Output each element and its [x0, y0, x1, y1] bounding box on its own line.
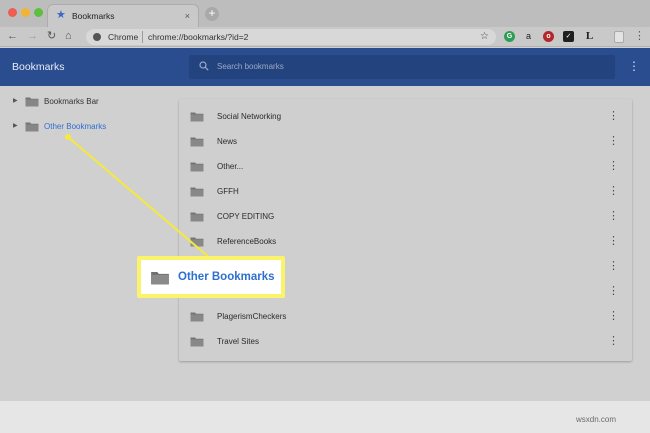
more-options-icon[interactable]: ⋮: [608, 110, 619, 122]
more-options-icon[interactable]: ⋮: [608, 310, 619, 322]
more-options-icon[interactable]: ⋮: [608, 260, 619, 272]
more-options-icon[interactable]: ⋮: [608, 135, 619, 147]
list-item[interactable]: News ⋮: [179, 129, 632, 154]
sidebar-item-other-bookmarks[interactable]: ▶ Other Bookmarks: [0, 118, 170, 136]
red-extension-icon[interactable]: o: [543, 31, 554, 42]
maximize-window-button[interactable]: [34, 8, 43, 17]
bottom-strip: [0, 401, 650, 433]
browser-menu-icon[interactable]: ⋮: [634, 30, 645, 43]
more-options-icon[interactable]: ⋮: [608, 235, 619, 247]
folder-icon: [25, 122, 39, 132]
search-input[interactable]: Search bookmarks: [189, 55, 615, 79]
reload-icon[interactable]: ↻: [47, 30, 56, 43]
list-item[interactable]: PlagerismCheckers ⋮: [179, 304, 632, 329]
list-item[interactable]: Social Networking ⋮: [179, 104, 632, 129]
folder-icon: [190, 137, 204, 147]
list-item-label: Other...: [217, 162, 244, 171]
bookmarks-header: Bookmarks Search bookmarks ⋮: [0, 48, 650, 86]
list-item-label: GFFH: [217, 187, 239, 196]
forward-icon[interactable]: →: [27, 30, 38, 43]
list-item[interactable]: Travel Sites ⋮: [179, 329, 632, 354]
sidebar-item-label: Bookmarks Bar: [44, 97, 99, 106]
profile-icon[interactable]: [614, 31, 624, 43]
a-extension-icon[interactable]: a: [523, 31, 534, 42]
list-item-label: PlagerismCheckers: [217, 312, 287, 321]
search-icon: [199, 61, 209, 71]
browser-toolbar: ← → ↻ ⌂ Chrome chrome://bookmarks/?id=2 …: [0, 27, 650, 47]
tab-bookmarks[interactable]: ★ Bookmarks ×: [47, 4, 199, 27]
address-bar[interactable]: Chrome chrome://bookmarks/?id=2 ☆: [86, 29, 496, 45]
sidebar-item-label: Other Bookmarks: [44, 122, 107, 131]
bookmark-list: Social Networking ⋮ News ⋮ Other... ⋮ GF…: [179, 99, 632, 361]
callout-label: Other Bookmarks: [178, 271, 275, 283]
list-item-label: Travel Sites: [217, 337, 259, 346]
back-icon[interactable]: ←: [7, 30, 18, 43]
folder-icon: [190, 187, 204, 197]
chrome-label: Chrome: [108, 32, 139, 42]
expand-arrow-icon[interactable]: ▶: [13, 122, 18, 131]
close-icon[interactable]: ×: [185, 10, 190, 22]
divider: [142, 31, 143, 43]
more-options-icon[interactable]: ⋮: [608, 210, 619, 222]
more-options-icon[interactable]: ⋮: [608, 185, 619, 197]
home-icon[interactable]: ⌂: [65, 30, 72, 43]
callout-box: Other Bookmarks: [141, 260, 281, 294]
folder-icon: [190, 312, 204, 322]
page-title: Bookmarks: [12, 61, 65, 73]
star-icon: ★: [56, 9, 66, 21]
search-placeholder: Search bookmarks: [217, 62, 284, 71]
list-item-label: News: [217, 137, 238, 146]
more-options-icon[interactable]: ⋮: [628, 59, 640, 73]
sidebar-item-bookmarks-bar[interactable]: ▶ Bookmarks Bar: [0, 93, 170, 111]
browser-window: ★ Bookmarks × + ← → ↻ ⌂ Chrome chrome://…: [0, 0, 650, 433]
site-info-icon[interactable]: [93, 33, 101, 41]
tab-strip: ★ Bookmarks × +: [0, 0, 650, 27]
list-item[interactable]: Other... ⋮: [179, 154, 632, 179]
expand-arrow-icon[interactable]: ▶: [13, 97, 18, 106]
folder-icon: [190, 237, 204, 247]
check-extension-icon[interactable]: ✓: [563, 31, 574, 42]
url-text[interactable]: chrome://bookmarks/?id=2: [148, 31, 248, 43]
bookmark-star-icon[interactable]: ☆: [480, 31, 489, 43]
callout-highlight: Other Bookmarks: [137, 256, 285, 298]
more-options-icon[interactable]: ⋮: [608, 285, 619, 297]
folder-icon: [151, 272, 169, 285]
grammarly-extension-icon[interactable]: G: [504, 31, 515, 42]
minimize-window-button[interactable]: [21, 8, 30, 17]
l-extension-icon[interactable]: L: [584, 31, 595, 42]
list-item[interactable]: ReferenceBooks ⋮: [179, 229, 632, 254]
folder-icon: [190, 112, 204, 122]
list-item[interactable]: COPY EDITING ⋮: [179, 204, 632, 229]
list-item[interactable]: GFFH ⋮: [179, 179, 632, 204]
more-options-icon[interactable]: ⋮: [608, 160, 619, 172]
folder-icon: [190, 162, 204, 172]
new-tab-button[interactable]: +: [205, 7, 219, 21]
folder-icon: [190, 212, 204, 222]
list-item-label: COPY EDITING: [217, 212, 275, 221]
list-item-label: Social Networking: [217, 112, 282, 121]
folder-icon: [25, 97, 39, 107]
more-options-icon[interactable]: ⋮: [608, 335, 619, 347]
tab-title: Bookmarks: [72, 11, 115, 21]
close-window-button[interactable]: [8, 8, 17, 17]
watermark: wsxdn.com: [576, 415, 617, 424]
folder-icon: [190, 337, 204, 347]
list-item-label: ReferenceBooks: [217, 237, 277, 246]
